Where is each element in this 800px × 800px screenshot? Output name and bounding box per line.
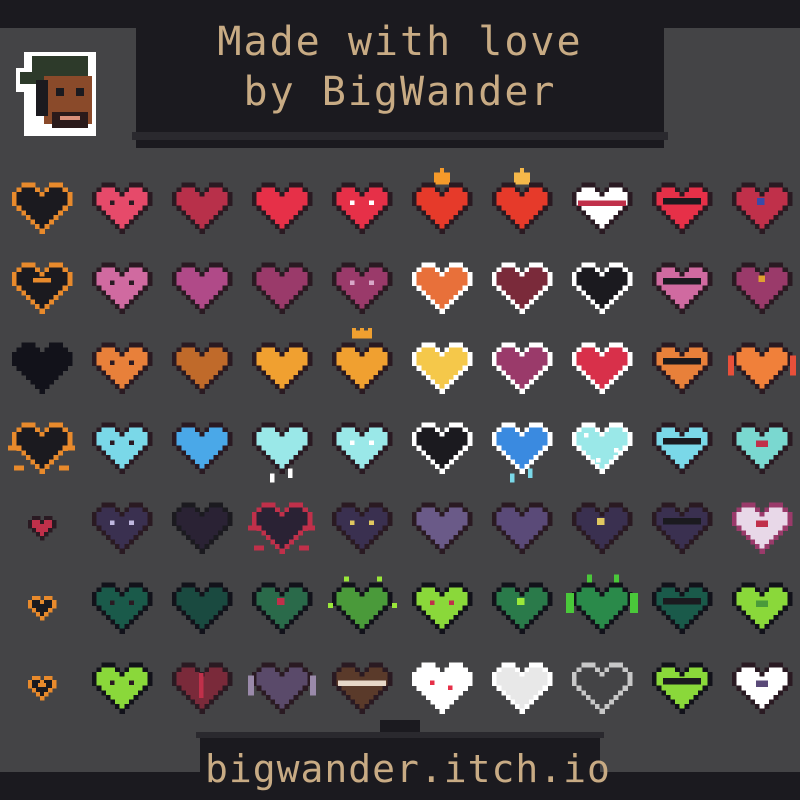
heart-icon bbox=[2, 408, 82, 488]
heart-icon bbox=[562, 328, 642, 408]
heart-icon bbox=[82, 568, 162, 648]
heart-icon bbox=[402, 328, 482, 408]
heart-icon bbox=[642, 168, 722, 248]
heart-icon bbox=[2, 168, 82, 248]
heart-icon bbox=[642, 488, 722, 568]
heart-icon bbox=[82, 328, 162, 408]
heart-icon bbox=[482, 568, 562, 648]
heart-icon bbox=[82, 648, 162, 728]
heart-icon bbox=[242, 408, 322, 488]
heart-icon bbox=[162, 248, 242, 328]
heart-icon bbox=[722, 648, 800, 728]
heart-icon bbox=[322, 568, 402, 648]
heart-icon bbox=[722, 568, 800, 648]
heart-icon bbox=[562, 168, 642, 248]
heart-icon bbox=[482, 166, 562, 248]
heart-icon bbox=[242, 568, 322, 648]
heart-icon bbox=[82, 248, 162, 328]
heart-icon bbox=[402, 568, 482, 648]
heart-icon bbox=[242, 328, 322, 408]
heart-icon bbox=[562, 648, 642, 728]
heart-icon bbox=[642, 568, 722, 648]
heart-icon bbox=[82, 408, 162, 488]
heart-icon bbox=[322, 248, 402, 328]
heart-icon bbox=[722, 488, 800, 568]
heart-icon bbox=[722, 168, 800, 248]
heart-icon bbox=[242, 248, 322, 328]
heart-icon bbox=[2, 248, 82, 328]
heart-icon bbox=[482, 408, 562, 488]
heart-icon bbox=[322, 408, 402, 488]
heart-icon bbox=[402, 488, 482, 568]
heart-grid bbox=[0, 0, 800, 800]
heart-icon bbox=[402, 248, 482, 328]
heart-icon bbox=[642, 248, 722, 328]
heart-icon bbox=[82, 488, 162, 568]
heart-icon bbox=[482, 488, 562, 568]
heart-icon bbox=[722, 248, 800, 328]
heart-icon bbox=[402, 648, 482, 728]
heart-icon bbox=[322, 326, 402, 408]
heart-icon bbox=[642, 328, 722, 408]
heart-icon bbox=[2, 648, 82, 728]
heart-icon bbox=[162, 328, 242, 408]
heart-icon bbox=[242, 168, 322, 248]
heart-icon bbox=[402, 408, 482, 488]
heart-icon bbox=[642, 408, 722, 488]
heart-icon bbox=[162, 168, 242, 248]
heart-icon bbox=[722, 328, 800, 408]
heart-icon bbox=[402, 166, 482, 248]
heart-icon bbox=[482, 648, 562, 728]
heart-icon bbox=[322, 168, 402, 248]
heart-icon bbox=[242, 648, 322, 728]
heart-icon bbox=[642, 648, 722, 728]
heart-icon bbox=[562, 408, 642, 488]
heart-icon bbox=[162, 488, 242, 568]
heart-icon bbox=[322, 488, 402, 568]
heart-icon bbox=[162, 648, 242, 728]
heart-icon bbox=[162, 568, 242, 648]
heart-icon bbox=[482, 248, 562, 328]
heart-icon bbox=[2, 568, 82, 648]
heart-icon bbox=[562, 488, 642, 568]
heart-icon bbox=[482, 328, 562, 408]
heart-icon bbox=[722, 408, 800, 488]
heart-icon bbox=[562, 248, 642, 328]
heart-icon bbox=[2, 488, 82, 568]
heart-icon bbox=[242, 488, 322, 568]
heart-icon bbox=[562, 568, 642, 648]
heart-icon bbox=[322, 648, 402, 728]
heart-icon bbox=[82, 168, 162, 248]
heart-icon bbox=[2, 328, 82, 408]
heart-icon bbox=[162, 408, 242, 488]
